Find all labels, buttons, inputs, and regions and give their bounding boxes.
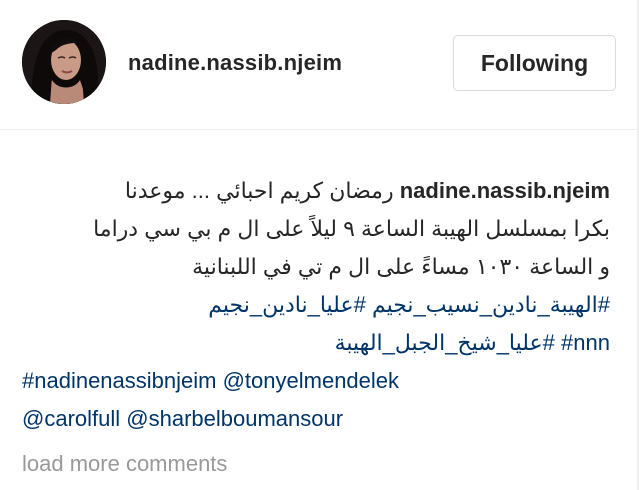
caption-line-4: #الهيبة_نادين_نسيب_نجيم #عليا_نادين_نجيم xyxy=(22,286,610,324)
hashtag-link[interactable]: #عليا_نادين_نجيم xyxy=(208,292,366,317)
hashtag-link[interactable]: #nnn xyxy=(561,330,610,355)
avatar[interactable] xyxy=(22,20,106,104)
hashtag-link[interactable]: #الهيبة_نادين_نسيب_نجيم xyxy=(372,292,610,317)
following-button[interactable]: Following xyxy=(453,35,616,91)
post-username[interactable]: nadine.nassib.njeim xyxy=(128,50,342,76)
instagram-post: nadine.nassib.njeim Following nadine.nas… xyxy=(0,0,639,490)
load-more-comments-link[interactable]: load more comments xyxy=(22,451,227,477)
caption-line-6: #nadinenassibnjeim @tonyelmendelek xyxy=(22,362,610,400)
caption-line-2: بكرا بمسلسل الهيبة الساعة ٩ ليلاً على ال… xyxy=(93,216,610,241)
mention-link[interactable]: @sharbelboumansour xyxy=(126,406,343,431)
caption-text-line-1: رمضان كريم احبائي ... موعدنا xyxy=(124,178,394,203)
caption-username[interactable]: nadine.nassib.njeim xyxy=(400,178,610,203)
caption-line-1: nadine.nassib.njeim رمضان كريم احبائي ..… xyxy=(22,172,610,210)
caption-line-3: و الساعة ١٠٣٠ مساءً على ال م تي في اللبن… xyxy=(192,254,610,279)
hashtag-link[interactable]: #nadinenassibnjeim xyxy=(22,368,216,393)
avatar-photo-icon xyxy=(22,20,106,104)
caption-line-7: @carolfull @sharbelboumansour xyxy=(22,400,610,438)
post-caption: nadine.nassib.njeim رمضان كريم احبائي ..… xyxy=(22,172,610,438)
caption-line-5: #nnn #عليا_شيخ_الجبل_الهيبة xyxy=(22,324,610,362)
mention-link[interactable]: @tonyelmendelek xyxy=(223,368,399,393)
hashtag-link[interactable]: #عليا_شيخ_الجبل_الهيبة xyxy=(335,330,555,355)
mention-link[interactable]: @carolfull xyxy=(22,406,120,431)
post-header: nadine.nassib.njeim Following xyxy=(0,0,639,130)
